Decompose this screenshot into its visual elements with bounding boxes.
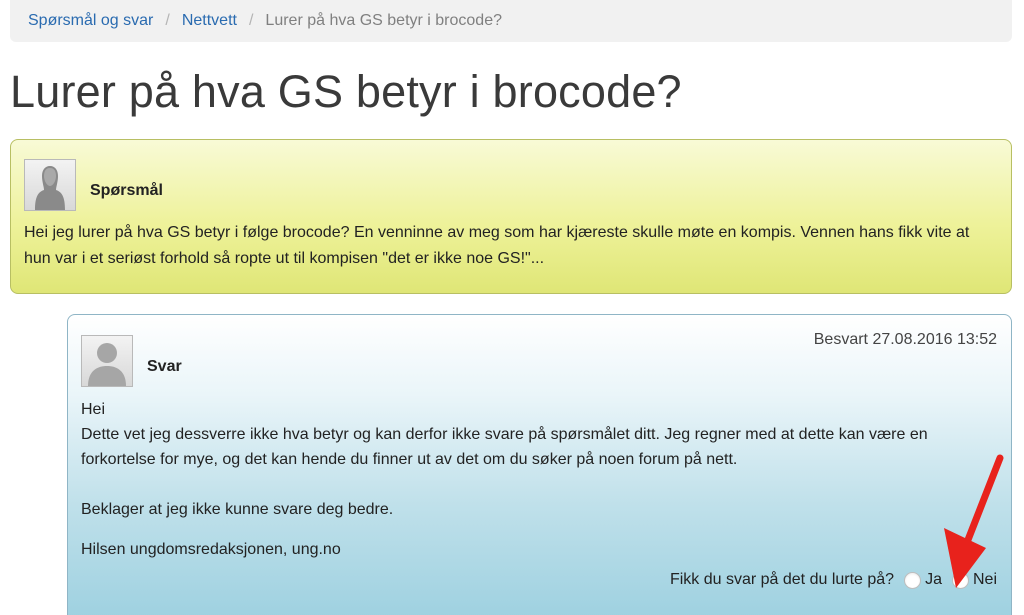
answer-apology: Beklager at jeg ikke kunne svare deg bed… <box>81 501 394 518</box>
question-text: Hei jeg lurer på hva GS betyr i følge br… <box>24 224 970 267</box>
breadcrumb-current: Lurer på hva GS betyr i brocode? <box>265 12 502 29</box>
breadcrumb-link-nettvett[interactable]: Nettvett <box>182 12 237 30</box>
answer-text: Hei Dette vet jeg dessverre ikke hva bet… <box>81 397 1001 562</box>
question-box: Spørsmål Hei jeg lurer på hva GS betyr i… <box>10 139 1012 294</box>
answer-signature: Hilsen ungdomsredaksjonen, ung.no <box>81 541 341 558</box>
person-silhouette-icon <box>88 343 126 386</box>
page-title: Lurer på hva GS betyr i brocode? <box>10 66 682 117</box>
question-avatar <box>24 159 76 211</box>
answer-box: Besvart 27.08.2016 13:52 Svar Hei Dette … <box>67 314 1012 615</box>
person-silhouette-icon <box>35 166 65 210</box>
answer-body: Dette vet jeg dessverre ikke hva betyr o… <box>81 426 928 468</box>
feedback-yes-radio[interactable] <box>904 571 922 589</box>
breadcrumb-separator: / <box>248 12 254 29</box>
answered-timestamp: Besvart 27.08.2016 13:52 <box>813 331 997 348</box>
breadcrumb: Spørsmål og svar / Nettvett / Lurer på h… <box>10 0 1012 42</box>
answer-greeting: Hei <box>81 401 106 418</box>
breadcrumb-separator: / <box>165 12 170 29</box>
question-role-label: Spørsmål <box>90 182 163 199</box>
answer-role-label: Svar <box>147 358 182 375</box>
feedback-question: Fikk du svar på det du lurte på? <box>669 571 895 588</box>
red-arrow-icon <box>944 454 1004 588</box>
answer-avatar <box>81 335 133 387</box>
breadcrumb-link-sporsmal-og-svar[interactable]: Spørsmål og svar <box>28 12 153 30</box>
